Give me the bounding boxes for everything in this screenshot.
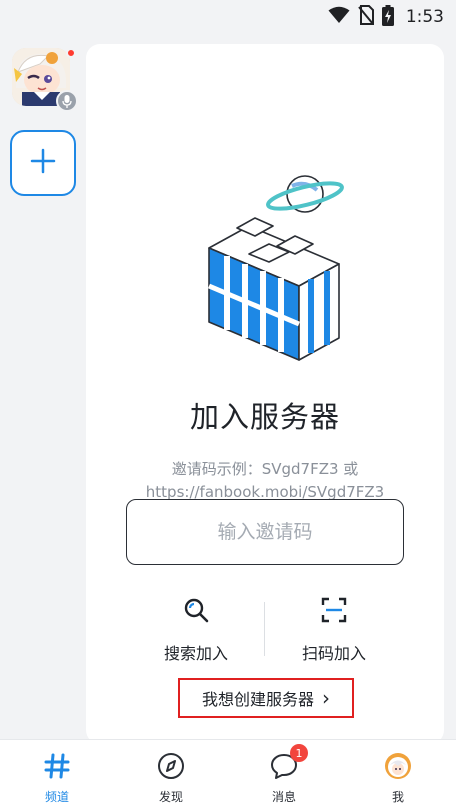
search-join-label: 搜索加入: [163, 644, 228, 663]
plus-icon: [30, 148, 56, 178]
bottom-navigation: 频道 发现 1 消息 我: [0, 739, 456, 810]
action-divider: [264, 602, 265, 656]
microphone-icon: [56, 90, 78, 112]
unread-dot: [66, 48, 76, 58]
status-icons: 1:53: [328, 4, 444, 30]
compass-icon: [155, 750, 187, 782]
join-server-card: 加入服务器 邀请码示例：SVgd7FZ3 或 https://fanbook.m…: [86, 44, 444, 744]
chat-bubble-icon: 1: [268, 744, 308, 782]
join-actions: 搜索加入 扫码加入: [86, 596, 444, 666]
scan-join-label: 扫码加入: [301, 644, 366, 663]
hashtag-icon: [41, 750, 73, 782]
tab-messages[interactable]: 1 消息: [244, 744, 324, 808]
tab-channels-label: 频道: [44, 790, 69, 804]
server-avatar[interactable]: [12, 48, 78, 112]
status-time: 1:53: [405, 7, 444, 27]
invite-code-input[interactable]: [126, 499, 404, 565]
search-join-button[interactable]: 搜索加入: [136, 596, 256, 666]
tab-me[interactable]: 我: [358, 750, 438, 808]
scan-icon: [320, 596, 348, 628]
create-server-label: 我想创建服务器: [201, 690, 314, 709]
no-sim-icon: [358, 5, 374, 29]
tab-channels[interactable]: 频道: [17, 750, 97, 808]
tab-me-label: 我: [391, 790, 404, 804]
status-bar: 1:53: [0, 0, 456, 34]
hint-line-example: 邀请码示例：SVgd7FZ3 或: [171, 460, 359, 478]
tab-discover[interactable]: 发现: [131, 750, 211, 808]
wifi-icon: [328, 6, 350, 28]
scan-join-button[interactable]: 扫码加入: [274, 596, 394, 666]
tab-messages-label: 消息: [271, 790, 296, 804]
invite-code-hint: 邀请码示例：SVgd7FZ3 或 https://fanbook.mobi/SV…: [86, 458, 444, 504]
add-server-button[interactable]: [10, 130, 76, 196]
battery-charging-icon: [381, 4, 394, 30]
tab-discover-label: 发现: [158, 790, 183, 804]
chevron-right-icon: ›: [322, 686, 330, 710]
page-title: 加入服务器: [189, 400, 340, 434]
unread-messages-badge: 1: [290, 744, 308, 762]
create-server-button[interactable]: 我想创建服务器 ›: [178, 678, 354, 718]
avatar-icon: [382, 750, 414, 782]
hashtag-planet-illustration: [189, 136, 347, 366]
search-icon: [182, 596, 210, 628]
